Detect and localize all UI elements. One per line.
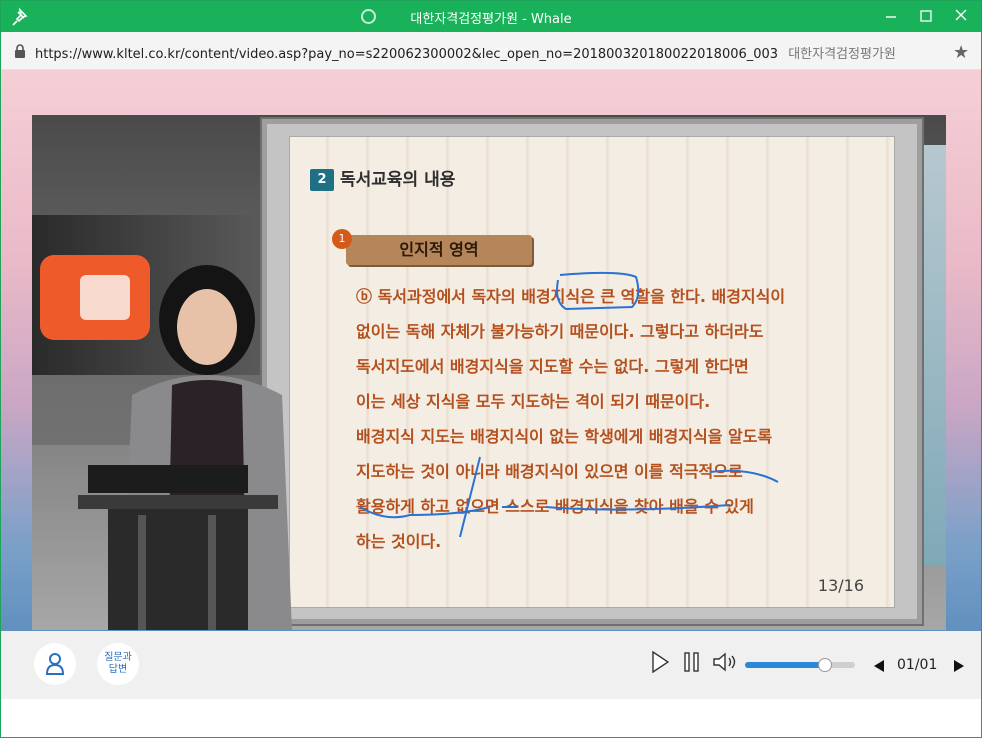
next-icon[interactable]: [953, 659, 965, 673]
window-title: 대한자격검정평가원 - Whale: [410, 12, 572, 27]
play-icon[interactable]: [651, 651, 669, 673]
minimize-icon[interactable]: [879, 5, 903, 27]
lock-icon: [15, 44, 25, 58]
page-indicator: 01/01: [897, 657, 938, 673]
url-value: https://www.kltel.co.kr/content/video.as…: [35, 47, 779, 62]
page-footer-area: [1, 699, 981, 737]
page-content: 2 독서교육의 내용 인지적 영역 1 ⓑ 독서과정에서 독자의 배경지식은 큰 …: [1, 70, 981, 631]
player-controls: 질문과 답변 01/01: [1, 631, 981, 699]
browser-window: 대한자격검정평가원 - Whale https://www.kltel.co.k…: [0, 0, 982, 738]
lecture-board: 2 독서교육의 내용 인지적 영역 1 ⓑ 독서과정에서 독자의 배경지식은 큰 …: [289, 136, 895, 608]
slide-page-number: 13/16: [817, 576, 864, 595]
video-player[interactable]: 2 독서교육의 내용 인지적 영역 1 ⓑ 독서과정에서 독자의 배경지식은 큰 …: [32, 115, 946, 630]
volume-slider[interactable]: [745, 658, 855, 672]
volume-fill: [745, 662, 826, 668]
pen-annotations: [359, 271, 779, 538]
close-icon[interactable]: [949, 5, 973, 27]
podium: [78, 465, 278, 630]
address-bar[interactable]: https://www.kltel.co.kr/content/video.as…: [1, 32, 981, 70]
profile-button[interactable]: [34, 643, 76, 685]
title-bar: 대한자격검정평가원 - Whale: [1, 1, 981, 32]
page-title-hint: 대한자격검정평가원: [788, 47, 896, 62]
qa-button[interactable]: 질문과 답변: [97, 643, 139, 685]
qa-label: 질문과 답변: [104, 652, 132, 675]
bookmark-star-icon[interactable]: ★: [953, 42, 969, 63]
maximize-icon[interactable]: [914, 5, 938, 27]
volume-icon[interactable]: [712, 651, 738, 673]
person-icon: [45, 653, 65, 675]
prev-icon[interactable]: [873, 659, 885, 673]
url-text[interactable]: https://www.kltel.co.kr/content/video.as…: [35, 43, 896, 62]
volume-knob[interactable]: [818, 658, 833, 672]
pause-icon[interactable]: [683, 651, 701, 673]
lecture-board-frame: 2 독서교육의 내용 인지적 영역 1 ⓑ 독서과정에서 독자의 배경지식은 큰 …: [262, 119, 922, 624]
